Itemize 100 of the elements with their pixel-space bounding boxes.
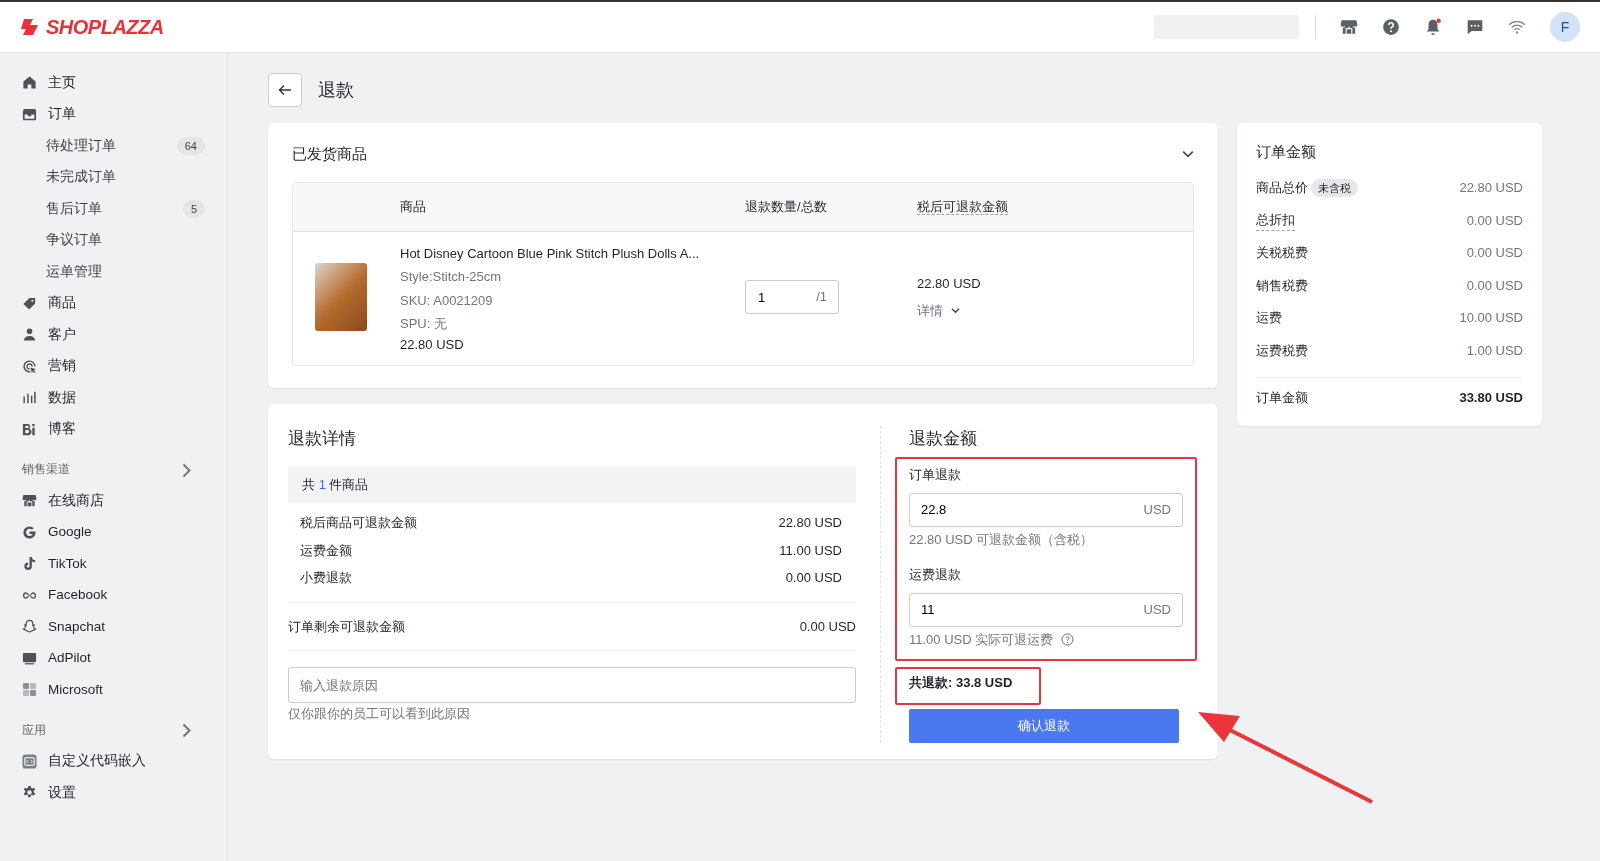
sidebar-item[interactable]: Snapchat (0, 611, 227, 643)
photo-placeholder (315, 263, 367, 331)
sidebar-item[interactable]: AdPilot (0, 642, 227, 674)
summary-value: 0.00 USD (1466, 244, 1523, 262)
target-cursor-icon (22, 358, 37, 374)
count-badge: 5 (182, 199, 205, 218)
sidebar-subitem[interactable]: 运单管理 (46, 261, 102, 282)
logo[interactable]: SHOPLAZZA (20, 12, 164, 42)
total-value: 33.80 USD (1459, 388, 1523, 407)
product-sku: SKU: A0021209 (400, 291, 494, 310)
summary-label: 运费金额 (300, 541, 352, 560)
summary-value: 22.80 USD (778, 514, 842, 532)
section-title: 退款金额 (909, 427, 978, 450)
summary-value: 0.00 USD (1466, 276, 1523, 295)
summary-value: 0.00 USD (785, 569, 842, 587)
storefront-icon (22, 493, 37, 509)
person-icon (22, 327, 37, 343)
summary-label: 总折扣 (1256, 210, 1295, 231)
column-header: 商品 (400, 198, 426, 214)
summary-value: 11.00 USD (779, 541, 842, 560)
refund-reason-field[interactable]: 输入退款原因 (288, 667, 856, 703)
product-spu: SPU: 无 (400, 315, 448, 333)
summary-value: 0.00 USD (1466, 211, 1523, 230)
currency-unit: USD (1143, 600, 1171, 619)
total-label: 订单金额 (1256, 388, 1308, 407)
sidebar-subitem[interactable]: 售后订单 (46, 198, 102, 219)
user-avatar[interactable]: F (1550, 12, 1580, 42)
notification-bell-icon[interactable] (1424, 18, 1442, 36)
caret-icon (951, 306, 960, 316)
chat-icon (1466, 18, 1484, 36)
summary-label: 商品总价 (1256, 179, 1308, 197)
quantity-total: /1 (816, 288, 827, 307)
total-refund: 共退款: 33.8 USD (895, 667, 1041, 705)
summary-label: 关税税费 (1256, 244, 1308, 262)
back-button[interactable] (268, 73, 302, 107)
field-label: 运费退款 (909, 566, 962, 584)
remaining-value: 0.00 USD (799, 617, 856, 636)
product-price: 22.80 USD (400, 335, 465, 353)
details-toggle[interactable]: 详情 (917, 301, 981, 321)
currency-unit: USD (1143, 500, 1171, 519)
field-label: 订单退款 (909, 466, 962, 484)
sidebar-item[interactable]: TikTok (0, 548, 227, 580)
sidebar-item[interactable]: 营销 (0, 350, 227, 382)
card-title: 订单金额 (1256, 142, 1317, 162)
product-name[interactable]: Hot Disney Cartoon Blue Pink Stitch Plush Dolls A... (400, 241, 745, 265)
home-icon (22, 75, 37, 91)
storefront-icon (1340, 18, 1358, 36)
windows-grid-icon (22, 682, 37, 698)
item-count-text: 共 1 件商品 (302, 476, 369, 495)
page-title: 退款 (318, 78, 354, 102)
tag-icon (22, 295, 37, 311)
field-hint: 22.80 USD 可退款金额（含税） (909, 530, 1094, 549)
count-badge: 64 (176, 136, 205, 155)
summary-value: 22.80 USD (1459, 179, 1523, 197)
sidebar-subitem[interactable]: 待处理订单 (46, 135, 116, 156)
help-icon[interactable] (1061, 632, 1075, 646)
column-header: 税后可退款金额 (917, 198, 1008, 215)
sidebar-item[interactable]: 数据 (0, 382, 227, 414)
remaining-label: 订单剩余可退款金额 (288, 617, 405, 636)
g-letter-icon (22, 524, 37, 540)
summary-label: 小费退款 (300, 569, 352, 587)
card-title: 已发货商品 (292, 144, 367, 164)
sidebar-item[interactable]: 在线商店 (0, 485, 227, 517)
wifi-icon (1508, 18, 1526, 36)
sidebar-item[interactable]: 设置 (0, 777, 227, 809)
summary-label: 销售税费 (1256, 276, 1308, 295)
summary-value: 10.00 USD (1459, 309, 1523, 327)
tax-tag: 未含税 (1311, 178, 1358, 197)
sidebar-section-title: 应用 (22, 722, 46, 738)
sidebar-item[interactable]: 客户 (0, 319, 227, 351)
summary-label: 税后商品可退款金额 (300, 514, 417, 532)
sidebar-section-title: 销售渠道 (22, 462, 70, 478)
inbox-icon (22, 106, 37, 122)
bar-chart-icon (22, 390, 37, 406)
sidebar-item[interactable]: 自定义代码嵌入 (0, 745, 227, 777)
section-title: 退款详情 (288, 427, 357, 450)
code-window-icon (22, 753, 37, 769)
summary-label: 运费 (1256, 309, 1282, 327)
ghost-icon (22, 619, 37, 635)
blog-icon (22, 421, 37, 437)
column-header: 退款数量/总数 (745, 198, 827, 214)
help-icon (1382, 18, 1400, 36)
confirm-refund-button[interactable]: 确认退款 (909, 708, 1179, 743)
sidebar-subitem[interactable]: 未完成订单 (46, 167, 116, 188)
music-note-icon (22, 556, 37, 572)
sidebar-item[interactable]: 主页 (0, 67, 227, 99)
sidebar-item[interactable]: Google (0, 516, 227, 548)
reason-hint: 仅你跟你的员工可以看到此原因 (288, 705, 471, 723)
sidebar-item[interactable]: 博客 (0, 413, 227, 445)
refundable-amount: 22.80 USD (917, 274, 981, 293)
sidebar-item[interactable]: 商品 (0, 287, 227, 319)
field-hint: 11.00 USD 实际可退运费 (909, 630, 1054, 649)
sidebar-item[interactable]: 订单 (0, 98, 227, 130)
summary-label: 运费税费 (1256, 341, 1308, 360)
back-arrow-icon (277, 82, 293, 98)
sidebar-item[interactable]: Facebook (0, 579, 227, 611)
product-style: Style:Stitch-25cm (400, 268, 503, 286)
sidebar-subitem[interactable]: 争议订单 (46, 230, 102, 251)
sidebar-item[interactable]: Microsoft (0, 674, 227, 706)
summary-value: 1.00 USD (1466, 341, 1523, 360)
